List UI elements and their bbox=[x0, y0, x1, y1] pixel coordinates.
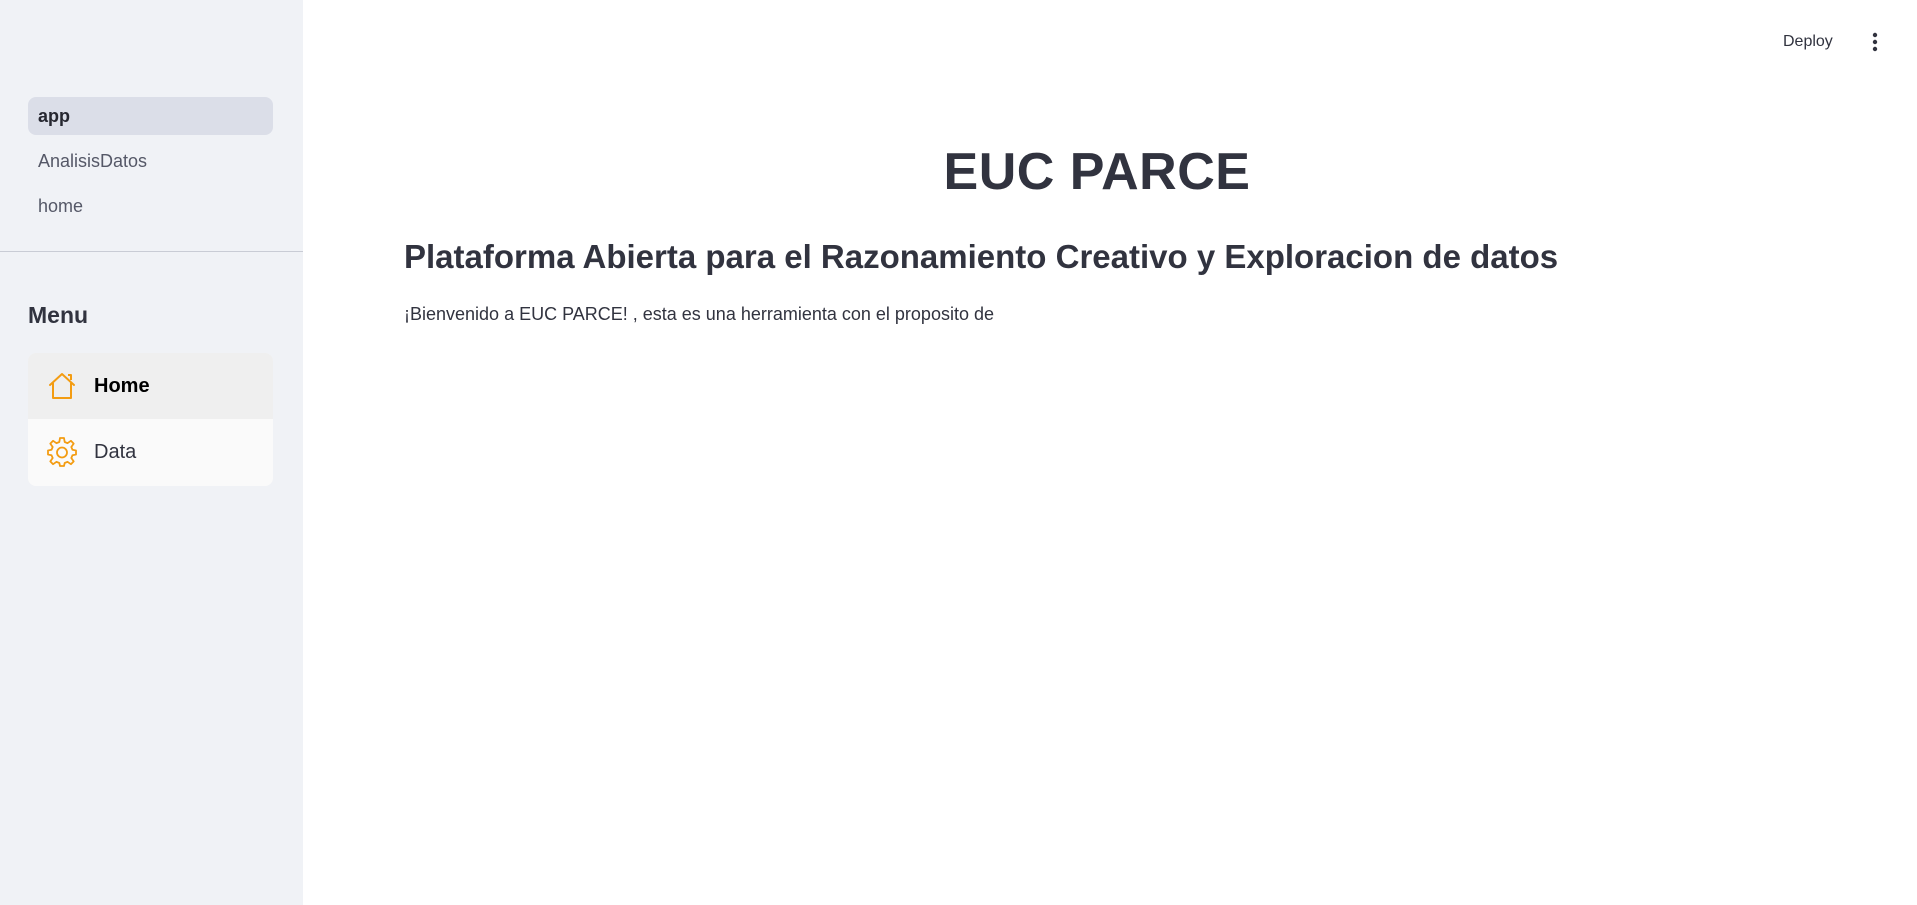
page-link-analisisdatos[interactable]: AnalisisDatos bbox=[28, 142, 273, 180]
menu-heading: Menu bbox=[28, 302, 89, 328]
sidebar-divider bbox=[0, 251, 303, 252]
option-menu: Home Data bbox=[28, 353, 273, 486]
menu-item-data[interactable]: Data bbox=[28, 419, 273, 485]
sidebar: app AnalisisDatos home Menu Home Data bbox=[0, 0, 303, 905]
deploy-button[interactable]: Deploy bbox=[1775, 26, 1841, 58]
app-window: app AnalisisDatos home Menu Home Data De… bbox=[0, 0, 1917, 905]
gear-icon bbox=[46, 436, 78, 468]
menu-item-home[interactable]: Home bbox=[28, 353, 273, 419]
menu-item-home-label: Home bbox=[94, 374, 150, 397]
menu-item-data-label: Data bbox=[94, 440, 137, 463]
page-link-home[interactable]: home bbox=[28, 187, 273, 225]
kebab-menu-icon[interactable] bbox=[1860, 27, 1890, 57]
page-link-app[interactable]: app bbox=[28, 97, 273, 135]
page-title: EUC PARCE bbox=[943, 143, 1251, 201]
pages-nav: app AnalisisDatos home bbox=[28, 97, 273, 232]
house-icon bbox=[46, 370, 78, 402]
intro-text: ¡Bienvenido a EUC PARCE! , esta es una h… bbox=[404, 304, 994, 324]
page-subtitle: Plataforma Abierta para el Razonamiento … bbox=[404, 238, 1559, 275]
